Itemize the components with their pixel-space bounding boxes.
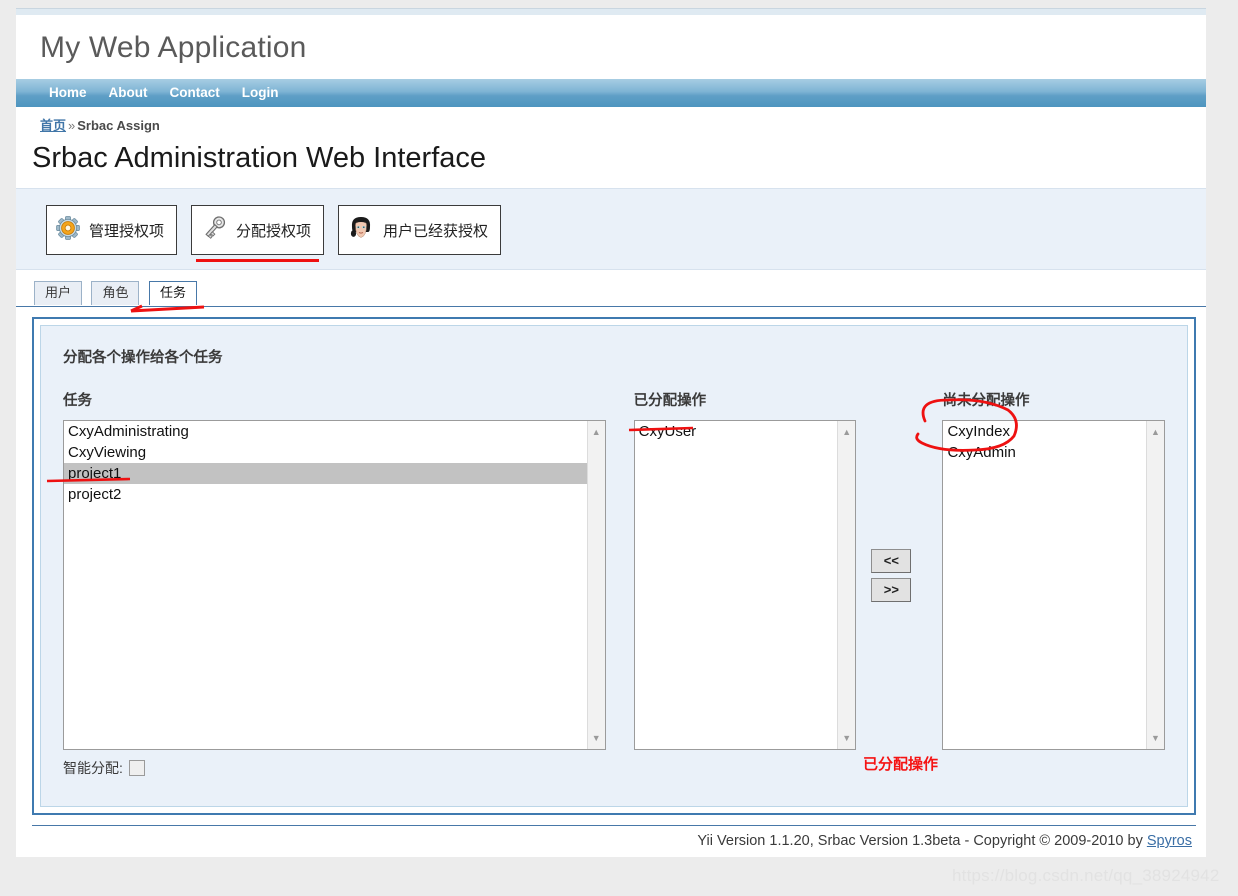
list-item[interactable]: CxyViewing (64, 442, 605, 463)
list-item[interactable]: CxyAdmin (943, 442, 1164, 463)
breadcrumb-home-link[interactable]: 首页 (40, 118, 66, 133)
assign-columns: 任务 CxyAdministrating CxyViewing project1… (63, 389, 1165, 778)
smart-assign-row: 智能分配: (63, 758, 606, 778)
assigned-list-scrollbar[interactable]: ▲ ▼ (837, 421, 856, 749)
assigned-operations-label: 已分配操作 (633, 393, 707, 409)
task-column-label: 任务 (63, 393, 92, 409)
scroll-up-icon[interactable]: ▲ (1147, 424, 1164, 440)
unassigned-options: CxyIndex CxyAdmin (943, 421, 1164, 463)
task-column: 任务 CxyAdministrating CxyViewing project1… (63, 389, 606, 778)
assign-auth-items-label: 分配授权项 (236, 222, 312, 240)
key-icon (200, 214, 228, 246)
unassigned-listbox[interactable]: CxyIndex CxyAdmin ▲ ▼ (942, 420, 1165, 750)
list-item[interactable]: CxyUser (635, 421, 856, 442)
page-top-accent (16, 8, 1206, 15)
scroll-down-icon[interactable]: ▼ (1147, 730, 1164, 746)
scroll-down-icon[interactable]: ▼ (588, 730, 605, 746)
nav-item-home[interactable]: Home (38, 79, 98, 107)
breadcrumb: 首页» Srbac Assign (16, 107, 1206, 138)
assigned-operations-column: 已分配操作 CxyUser ▲ ▼ (633, 389, 857, 750)
page-container: My Web Application Home About Contact Lo… (16, 8, 1206, 857)
scroll-up-icon[interactable]: ▲ (838, 424, 855, 440)
authorized-users-button[interactable]: 用户已经获授权 (338, 205, 502, 255)
tab-tasks[interactable]: 任务 (148, 281, 197, 305)
assign-panel: 分配各个操作给各个任务 任务 CxyAdministrating CxyView… (40, 325, 1188, 807)
scroll-down-icon[interactable]: ▼ (838, 730, 855, 746)
footer-author-link[interactable]: Spyros (1147, 833, 1192, 849)
move-left-button[interactable]: << (871, 549, 912, 573)
unassigned-operations-label: 尚未分配操作 (942, 393, 1030, 409)
unassigned-list-scrollbar[interactable]: ▲ ▼ (1146, 421, 1164, 749)
nav-item-about[interactable]: About (98, 79, 159, 107)
page-title: Srbac Administration Web Interface (16, 138, 1206, 188)
transfer-buttons: << >> (856, 389, 926, 602)
scroll-up-icon[interactable]: ▲ (588, 424, 605, 440)
tab-roles[interactable]: 角色 (91, 281, 140, 305)
assign-auth-items-button[interactable]: 分配授权项 (191, 205, 325, 262)
active-button-red-underline-annotation (196, 259, 320, 262)
task-listbox[interactable]: CxyAdministrating CxyViewing project1 pr… (63, 420, 606, 750)
breadcrumb-separator: » (68, 118, 76, 133)
nav-item-contact[interactable]: Contact (159, 79, 231, 107)
authorized-users-label: 用户已经获授权 (383, 222, 489, 240)
footer-text: Yii Version 1.1.20, Srbac Version 1.3bet… (697, 833, 1147, 849)
srbac-tabs: 用户 角色 任务 (16, 270, 1206, 307)
manage-auth-items-label: 管理授权项 (89, 222, 165, 240)
site-logo: My Web Application (40, 31, 307, 64)
nav-item-login[interactable]: Login (231, 79, 290, 107)
srbac-toolbar: 管理授权项 分配授权项 用户已经获授权 (16, 188, 1206, 270)
task-options: CxyAdministrating CxyViewing project1 pr… (64, 421, 605, 505)
smart-assign-label: 智能分配: (63, 760, 123, 776)
assigned-listbox[interactable]: CxyUser ▲ ▼ (633, 420, 857, 750)
smart-assign-checkbox[interactable] (128, 760, 145, 776)
face-avatar-icon (347, 214, 375, 246)
assign-panel-outer: 分配各个操作给各个任务 任务 CxyAdministrating CxyView… (32, 317, 1196, 815)
unassigned-operations-column: 尚未分配操作 CxyIndex CxyAdmin ▲ ▼ (942, 389, 1165, 750)
gear-icon (55, 215, 81, 245)
list-item[interactable]: project1 (64, 463, 605, 484)
assigned-options: CxyUser (635, 421, 856, 442)
task-list-scrollbar[interactable]: ▲ ▼ (586, 421, 605, 749)
list-item[interactable]: CxyIndex (943, 421, 1164, 442)
red-annotation-text: 已分配操作 (863, 756, 939, 773)
manage-auth-items-button[interactable]: 管理授权项 (46, 205, 178, 255)
site-header: My Web Application (16, 15, 1206, 79)
breadcrumb-current: Srbac Assign (77, 118, 160, 133)
list-item[interactable]: CxyAdministrating (64, 421, 605, 442)
move-right-button[interactable]: >> (871, 578, 912, 602)
panel-heading: 分配各个操作给各个任务 (63, 350, 223, 366)
csdn-watermark: https://blog.csdn.net/qq_38924942 (952, 866, 1220, 885)
list-item[interactable]: project2 (64, 484, 605, 505)
main-navigation: Home About Contact Login (16, 79, 1206, 107)
tab-users[interactable]: 用户 (34, 281, 83, 305)
site-footer: Yii Version 1.1.20, Srbac Version 1.3bet… (32, 825, 1196, 857)
